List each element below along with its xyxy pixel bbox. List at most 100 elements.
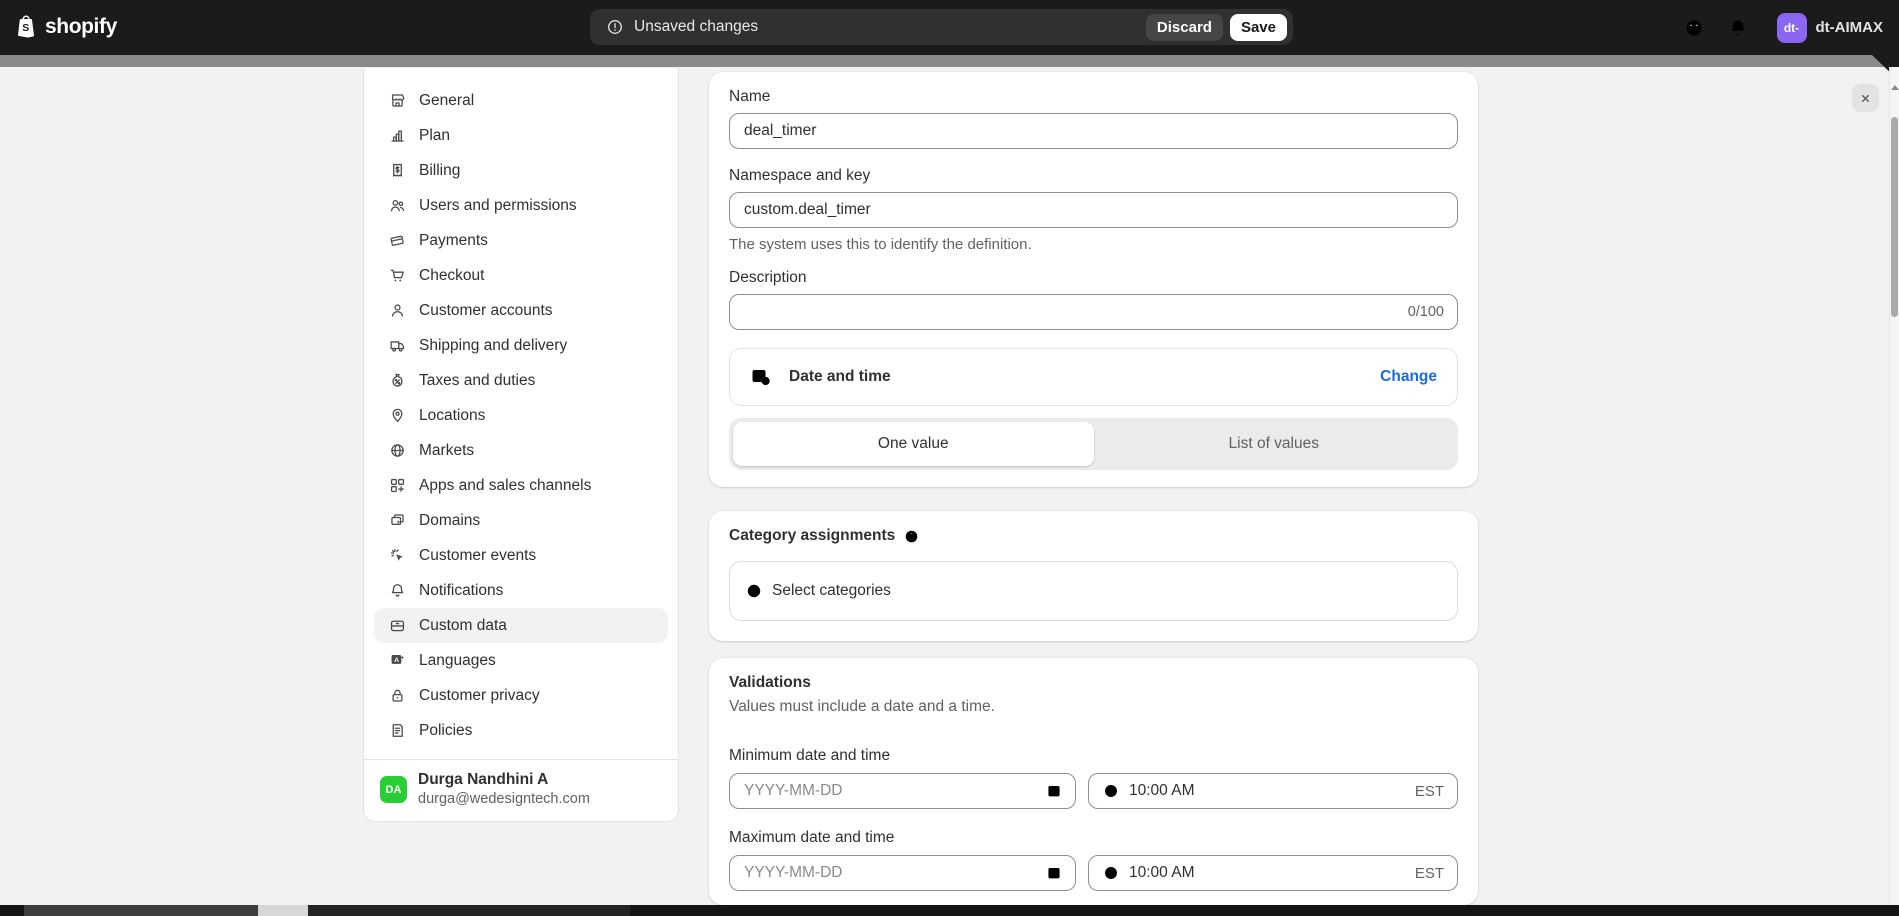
globe-icon [389, 442, 406, 459]
policies-icon [389, 722, 406, 739]
sidebar-item-payments[interactable]: Payments [374, 223, 668, 258]
user-avatar: DA [380, 776, 407, 803]
value-count-toggle: One value List of values [729, 418, 1458, 470]
plan-chart-icon [389, 127, 406, 144]
clock-icon [1102, 782, 1120, 800]
change-type-link[interactable]: Change [1380, 368, 1437, 386]
sidebar-item-label: Customer accounts [419, 302, 553, 320]
metafield-definition-form: Name Namespace and key The system uses t… [709, 72, 1478, 905]
scroll-up-arrow-icon[interactable] [1891, 85, 1899, 90]
sidebar-item-label: General [419, 92, 474, 110]
category-assignments-card: Category assignments Select categories [709, 511, 1478, 641]
domains-icon [389, 512, 406, 529]
store-avatar: dt- [1777, 13, 1807, 43]
min-date-placeholder: YYYY-MM-DD [744, 782, 1045, 800]
info-circle-icon[interactable] [903, 528, 920, 545]
max-timezone: EST [1415, 865, 1444, 882]
save-button[interactable]: Save [1230, 14, 1287, 41]
sidebar-item-locations[interactable]: Locations [374, 398, 668, 433]
min-datetime-label: Minimum date and time [729, 747, 1458, 765]
sidekick-icon[interactable] [1683, 17, 1705, 39]
taxes-bag-icon [389, 372, 406, 389]
unsaved-changes-text: Unsaved changes [634, 18, 1146, 36]
store-icon [389, 92, 406, 109]
sidebar-item-apps-and-sales-channels[interactable]: Apps and sales channels [374, 468, 668, 503]
user-name: Durga Nandhini A [418, 771, 590, 790]
plus-circle-icon [745, 582, 763, 600]
namespace-key-input[interactable] [729, 192, 1458, 228]
topbar: S shopify Unsaved changes Discard Save d… [0, 0, 1899, 55]
max-time-input[interactable]: 10:00 AM EST [1088, 855, 1458, 891]
sidebar-item-markets[interactable]: Markets [374, 433, 668, 468]
bell-icon[interactable] [1727, 17, 1749, 39]
sidebar-item-customer-events[interactable]: Customer events [374, 538, 668, 573]
sidebar-item-notifications[interactable]: Notifications [374, 573, 668, 608]
sidebar-item-label: Customer privacy [419, 687, 540, 705]
sidebar-item-domains[interactable]: Domains [374, 503, 668, 538]
description-input[interactable] [729, 294, 1458, 330]
unsaved-changes-banner: Unsaved changes Discard Save [590, 9, 1293, 45]
translate-icon: A [389, 652, 406, 669]
sidebar-item-customer-privacy[interactable]: Customer privacy [374, 678, 668, 713]
sidebar-item-custom-data[interactable]: Custom data [374, 608, 668, 643]
sidebar-item-plan[interactable]: Plan [374, 118, 668, 153]
list-of-values-tab[interactable]: List of values [1094, 422, 1455, 466]
sidebar-user[interactable]: DA Durga Nandhini A durga@wedesigntech.c… [364, 759, 678, 821]
custom-data-icon [389, 617, 406, 634]
max-date-placeholder: YYYY-MM-DD [744, 864, 1045, 882]
sidebar-item-label: Custom data [419, 617, 507, 635]
select-categories-button[interactable]: Select categories [729, 561, 1458, 621]
sidebar-item-label: Billing [419, 162, 460, 180]
sidebar-item-label: Policies [419, 722, 472, 740]
location-pin-icon [389, 407, 406, 424]
cursor-click-icon [389, 547, 406, 564]
sidebar-item-label: Domains [419, 512, 480, 530]
sidebar-item-label: Notifications [419, 582, 503, 600]
sidebar-item-label: Customer events [419, 547, 536, 565]
sidebar-item-label: Locations [419, 407, 485, 425]
store-name: dt-AIMAX [1816, 19, 1884, 36]
sidebar-item-label: Shipping and delivery [419, 337, 567, 355]
discard-button[interactable]: Discard [1146, 14, 1223, 41]
billing-receipt-icon [389, 162, 406, 179]
alert-circle-icon [606, 18, 624, 36]
svg-text:A: A [394, 657, 399, 664]
truck-icon [389, 337, 406, 354]
sidebar-item-policies[interactable]: Policies [374, 713, 668, 748]
topbar-right: dt- dt-AIMAX [1683, 0, 1890, 55]
scrollbar-thumb[interactable] [1891, 117, 1898, 317]
validations-title: Validations [729, 674, 1458, 692]
sidebar-item-label: Markets [419, 442, 474, 460]
sidebar-item-taxes-and-duties[interactable]: Taxes and duties [374, 363, 668, 398]
sidebar-item-checkout[interactable]: Checkout [374, 258, 668, 293]
shopify-logo[interactable]: S shopify [14, 13, 117, 40]
one-value-tab[interactable]: One value [733, 422, 1094, 466]
validations-subtitle: Values must include a date and a time. [729, 698, 1458, 716]
min-time-input[interactable]: 10:00 AM EST [1088, 773, 1458, 809]
close-button[interactable] [1852, 84, 1879, 112]
bell-icon [389, 582, 406, 599]
sidebar-item-languages[interactable]: ALanguages [374, 643, 668, 678]
sidebar-item-customer-accounts[interactable]: Customer accounts [374, 293, 668, 328]
sidebar-item-general[interactable]: General [374, 83, 668, 118]
min-date-input[interactable]: YYYY-MM-DD [729, 773, 1076, 809]
settings-nav: GeneralPlanBillingUsers and permissionsP… [364, 68, 678, 759]
max-date-input[interactable]: YYYY-MM-DD [729, 855, 1076, 891]
sidebar-item-shipping-and-delivery[interactable]: Shipping and delivery [374, 328, 668, 363]
namespace-label: Namespace and key [729, 167, 1458, 185]
name-input[interactable] [729, 113, 1458, 149]
settings-sidebar: GeneralPlanBillingUsers and permissionsP… [363, 67, 679, 822]
page-scrollbar[interactable] [1889, 67, 1899, 907]
description-label: Description [729, 269, 1458, 287]
sidebar-item-billing[interactable]: Billing [374, 153, 668, 188]
store-menu[interactable]: dt- dt-AIMAX [1771, 9, 1890, 47]
modal-backdrop-strip [0, 55, 1899, 67]
calendar-clock-icon [750, 366, 772, 388]
clock-icon [1102, 864, 1120, 882]
max-time-value: 10:00 AM [1129, 864, 1406, 882]
payments-card-icon [389, 232, 406, 249]
sidebar-item-label: Checkout [419, 267, 484, 285]
lock-icon [389, 687, 406, 704]
sidebar-item-users-and-permissions[interactable]: Users and permissions [374, 188, 668, 223]
category-assignments-title: Category assignments [729, 527, 895, 545]
